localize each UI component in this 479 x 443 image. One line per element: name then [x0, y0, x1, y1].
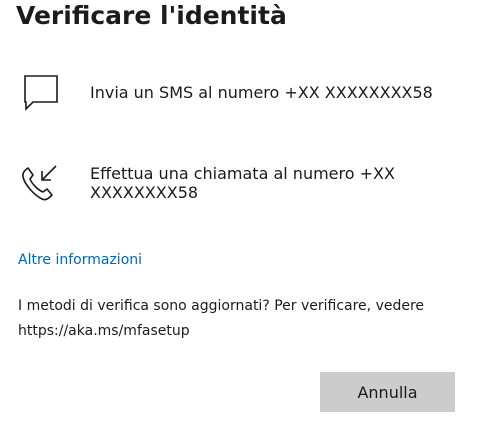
sms-option[interactable]: Invia un SMS al numero +XX XXXXXXXX58	[16, 73, 463, 113]
info-text: I metodi di verifica sono aggiornati? Pe…	[18, 298, 425, 339]
sms-option-label: Invia un SMS al numero +XX XXXXXXXX58	[90, 83, 433, 102]
page-title: Verificare l'identità	[16, 1, 287, 30]
call-option[interactable]: Effettua una chiamata al numero +XX XXXX…	[16, 162, 463, 206]
cancel-button[interactable]: Annulla	[320, 372, 455, 412]
message-icon	[16, 73, 72, 113]
call-option-label: Effettua una chiamata al numero +XX XXXX…	[90, 164, 395, 202]
more-info-link[interactable]: Altre informazioni	[18, 252, 142, 268]
phone-call-icon	[16, 162, 72, 206]
